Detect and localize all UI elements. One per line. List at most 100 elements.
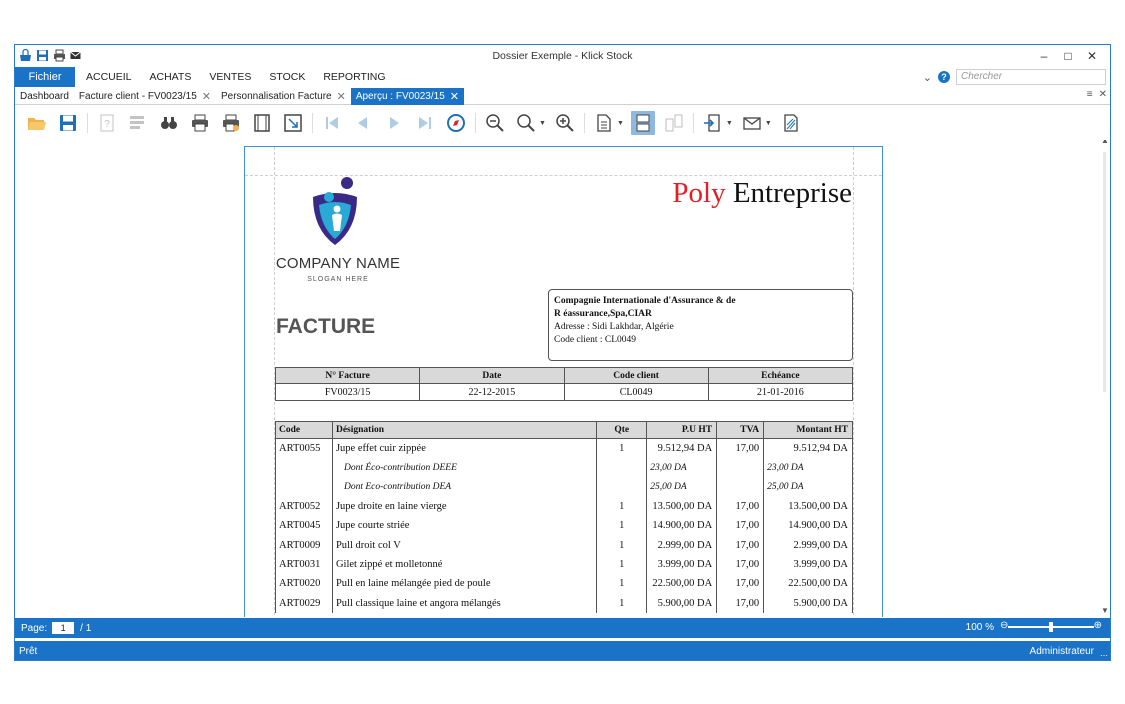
app-window: Dossier Exemple - Klick Stock – □ ✕ Fich…	[14, 44, 1111, 661]
cell-code: ART0009	[275, 535, 333, 555]
cell-designation: Dont Éco-contribution DEEE	[331, 457, 598, 478]
brand-name-black: Entreprise	[725, 177, 852, 209]
export-icon[interactable]	[701, 111, 725, 135]
cell-unit-price: 2.999,00 DA	[646, 535, 718, 555]
watermark-icon[interactable]	[779, 111, 803, 135]
cell-unit-price: 22.500,00 DA	[646, 574, 718, 594]
page-number-input[interactable]: 1	[52, 622, 75, 634]
menu-achats[interactable]: ACHATS	[141, 67, 201, 87]
cell-designation: Jupe effet cuir zippée	[331, 438, 598, 458]
chevron-down-icon[interactable]: ⌄	[923, 71, 932, 84]
cell-quantity	[596, 457, 648, 478]
page-view-dropdown-icon[interactable]: ▼	[617, 120, 624, 127]
preview-area[interactable]: COMPANY NAME SLOGAN HERE Poly Entreprise…	[15, 140, 1110, 617]
close-icon[interactable]: ✕	[1080, 47, 1104, 65]
scroll-up-icon[interactable]: ▲	[1101, 140, 1109, 145]
multi-page-icon[interactable]	[630, 111, 655, 135]
zoom-knob[interactable]	[1049, 622, 1053, 632]
cell-tva	[716, 477, 765, 497]
table-subrow: Dont Eco-contribution DEA 25,00 DA 25,00 D…	[275, 477, 853, 497]
page-bar: Page: 1 / 1 100 % ⊖ ⊕	[15, 618, 1110, 638]
scale-icon[interactable]	[281, 111, 305, 135]
invoice-title: FACTURE	[276, 315, 376, 338]
tab-facture-client[interactable]: Facture client - FV0023/15 ✕	[74, 88, 216, 105]
menu-ventes[interactable]: VENTES	[200, 67, 260, 87]
close-all-icon[interactable]: ✕	[1099, 89, 1107, 100]
tab-personnalisation[interactable]: Personnalisation Facture ✕	[216, 88, 351, 105]
single-page-icon[interactable]	[592, 111, 616, 135]
vertical-scrollbar[interactable]: ▲ ▼	[1098, 140, 1110, 617]
help-icon[interactable]: ?	[938, 71, 950, 83]
previous-page-icon	[351, 111, 375, 135]
menu-stock[interactable]: STOCK	[260, 67, 314, 87]
print-icon[interactable]	[188, 111, 212, 135]
close-tab-icon[interactable]: ✕	[450, 90, 459, 103]
zoom-icon[interactable]	[514, 111, 538, 135]
menu-accueil[interactable]: ACCUEIL	[77, 67, 141, 87]
find-icon[interactable]	[157, 111, 181, 135]
quick-print-icon[interactable]	[219, 111, 243, 135]
cell-unit-price: 13.500,00 DA	[646, 496, 718, 517]
cell-designation: Pull classique laine et angora mélangés	[331, 593, 598, 614]
resize-grip-icon[interactable]: ⋯	[1100, 651, 1108, 660]
search-input[interactable]: Chercher	[956, 69, 1106, 85]
current-user: Administrateur	[1029, 646, 1094, 657]
brand-name-red: Poly	[672, 177, 726, 209]
document-tabs: Dashboard Facture client - FV0023/15 ✕ P…	[15, 87, 1110, 105]
cell-unit-price: 25,00 DA	[646, 477, 718, 497]
company-name: COMPANY NAME	[275, 255, 401, 272]
cell-quantity: 1	[596, 574, 648, 594]
tab-list-icon[interactable]: ≡	[1087, 89, 1093, 100]
save-icon[interactable]	[56, 111, 80, 135]
menu-right: ⌄ ? Chercher	[923, 69, 1106, 85]
zoom-in-icon[interactable]	[553, 111, 577, 135]
scrollbar-thumb[interactable]	[1103, 152, 1106, 392]
client-address: Adresse : Sidi Lakhdar, Algérie	[554, 322, 674, 332]
open-folder-icon[interactable]	[25, 111, 49, 135]
zoom-plus-icon[interactable]: ⊕	[1094, 620, 1102, 631]
page-setup-icon[interactable]	[250, 111, 274, 135]
cell-amount: 3.999,00 DA	[763, 554, 853, 575]
cell-amount: 9.512,94 DA	[763, 438, 853, 458]
col-header: Date	[419, 367, 565, 384]
tab-label: Facture client - FV0023/15	[78, 90, 197, 102]
tab-apercu[interactable]: Aperçu : FV0023/15 ✕	[350, 87, 464, 105]
minimize-icon[interactable]: –	[1032, 47, 1056, 65]
invoice-page: COMPANY NAME SLOGAN HERE Poly Entreprise…	[244, 146, 883, 617]
tab-label: Aperçu : FV0023/15	[355, 90, 445, 102]
client-code-value: CL0049	[563, 383, 709, 401]
zoom-out-icon[interactable]	[483, 111, 507, 135]
email-dropdown-icon[interactable]: ▼	[765, 120, 772, 127]
invoice-number: FV0023/15	[274, 383, 421, 401]
cell-designation: Pull en laine mélangée pied de poule	[331, 574, 598, 594]
status-bar: Prêt Administrateur ⋯	[15, 641, 1110, 660]
toolbar-separator	[583, 113, 585, 133]
cell-unit-price: 9.512,94 DA	[646, 438, 718, 458]
window-title: Dossier Exemple - Klick Stock	[492, 50, 633, 62]
client-name-line1: Compagnie Internationale d'Assurance & d…	[554, 296, 736, 306]
navigate-icon[interactable]	[444, 111, 468, 135]
invoice-lines-table: Code Désignation Qte P.U HT TVA Montant …	[275, 421, 853, 614]
col-header: TVA	[716, 421, 765, 439]
margin-guide	[853, 147, 854, 617]
tab-label: Dashboard	[20, 90, 69, 102]
client-code: Code client : CL0049	[554, 335, 637, 345]
tab-dashboard[interactable]: Dashboard	[15, 88, 74, 105]
close-tab-icon[interactable]: ✕	[337, 90, 346, 103]
cell-designation: Dont Eco-contribution DEA	[331, 477, 598, 497]
maximize-icon[interactable]: □	[1056, 47, 1080, 65]
col-header: Echéance	[707, 367, 854, 384]
email-icon[interactable]	[740, 111, 764, 135]
zoom-slider[interactable]: ⊖ ⊕	[1000, 620, 1102, 633]
cell-quantity: 1	[596, 516, 648, 536]
cell-amount: 2.999,00 DA	[763, 535, 853, 555]
zoom-dropdown-icon[interactable]: ▼	[539, 120, 546, 127]
export-dropdown-icon[interactable]: ▼	[726, 120, 733, 127]
col-header: P.U HT	[646, 421, 718, 439]
tabs-controls: ≡ ✕	[1087, 89, 1107, 100]
menu-reporting[interactable]: REPORTING	[314, 67, 394, 87]
fichier-button[interactable]: Fichier	[15, 67, 75, 87]
scroll-down-icon[interactable]: ▼	[1101, 606, 1109, 615]
first-page-icon	[320, 111, 344, 135]
close-tab-icon[interactable]: ✕	[202, 90, 211, 103]
